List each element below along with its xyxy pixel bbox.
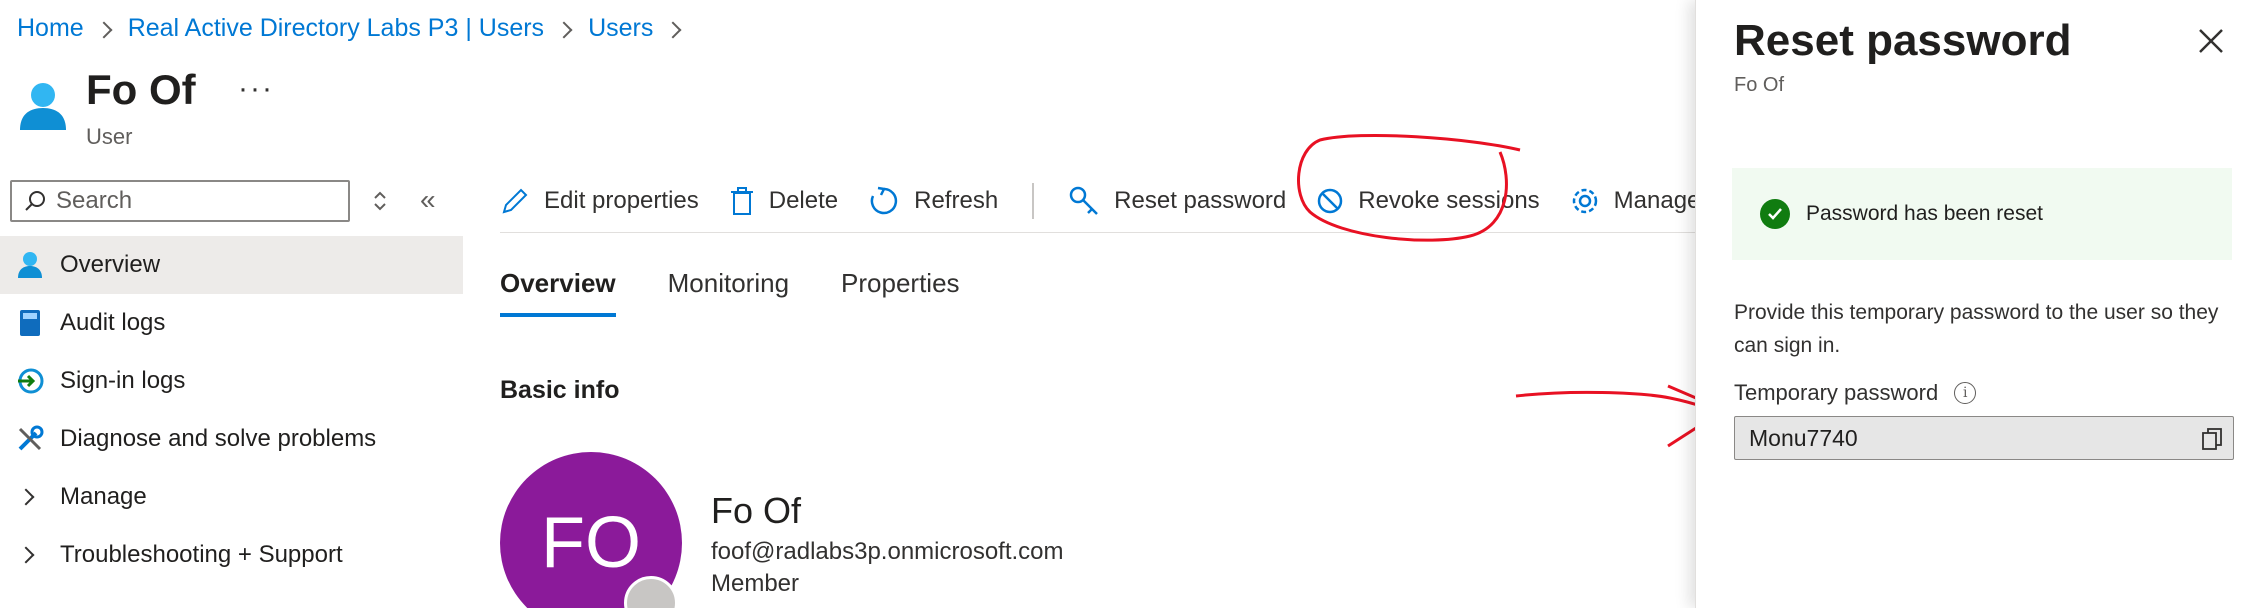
- success-message-bar: Password has been reset: [1732, 168, 2232, 260]
- sidebar-item-troubleshooting[interactable]: Troubleshooting + Support: [0, 526, 463, 584]
- close-icon[interactable]: [2196, 26, 2226, 56]
- breadcrumb-users[interactable]: Users: [588, 14, 653, 43]
- breadcrumb-home[interactable]: Home: [17, 14, 84, 43]
- section-title: Basic info: [500, 376, 620, 404]
- sidebar-item-label: Troubleshooting + Support: [60, 541, 343, 568]
- chevron-right-icon: [664, 21, 682, 38]
- delete-label: Delete: [768, 187, 839, 214]
- sign-in-icon: [16, 367, 44, 395]
- temporary-password-label: Temporary password i: [1734, 380, 1977, 406]
- profile-name: Fo Of: [711, 490, 802, 531]
- toolbar-divider-line: [500, 232, 1700, 233]
- page-subtitle: User: [86, 124, 133, 149]
- sidebar-item-diagnose[interactable]: Diagnose and solve problems: [0, 410, 463, 468]
- collapse-sidebar-icon[interactable]: «: [420, 184, 436, 216]
- key-icon: [1069, 186, 1099, 215]
- sidebar-item-manage[interactable]: Manage: [0, 468, 463, 526]
- panel-subtitle: Fo Of: [1734, 74, 1785, 96]
- chevron-right-icon: [95, 21, 113, 38]
- info-icon[interactable]: i: [1954, 382, 1977, 404]
- reset-password-button[interactable]: Reset password: [1068, 185, 1286, 217]
- reset-password-label: Reset password: [1114, 187, 1287, 214]
- tab-bar: Overview Monitoring Properties: [500, 268, 1012, 317]
- search-placeholder: Search: [56, 187, 133, 214]
- revoke-sessions-label: Revoke sessions: [1358, 187, 1540, 214]
- checkmark-icon: [1760, 199, 1790, 229]
- refresh-icon: [870, 186, 898, 215]
- panel-description: Provide this temporary password to the u…: [1734, 301, 2219, 357]
- sidebar-item-audit-logs[interactable]: Audit logs: [0, 294, 463, 352]
- copy-icon[interactable]: [2201, 427, 2223, 451]
- search-icon: [25, 191, 45, 211]
- revoke-sessions-button[interactable]: Revoke sessions: [1316, 187, 1540, 215]
- breadcrumb-tenant-users[interactable]: Real Active Directory Labs P3 | Users: [128, 14, 544, 43]
- delete-button[interactable]: Delete: [729, 186, 838, 216]
- sidebar-item-sign-in-logs[interactable]: Sign-in logs: [0, 352, 463, 410]
- refresh-button[interactable]: Refresh: [868, 185, 998, 217]
- command-bar: Edit properties Delete Refresh Reset pas…: [500, 176, 1754, 226]
- sidebar-item-label: Audit logs: [60, 309, 166, 336]
- temporary-password-label-text: Temporary password: [1734, 380, 1939, 405]
- chevron-right-icon: [17, 488, 35, 506]
- pencil-icon: [502, 188, 528, 214]
- wrench-icon: [16, 425, 44, 453]
- chevron-right-icon: [555, 21, 573, 38]
- book-icon: [16, 309, 44, 337]
- edit-properties-label: Edit properties: [544, 187, 699, 214]
- block-icon: [1318, 188, 1343, 214]
- sidebar-item-overview[interactable]: Overview: [0, 236, 463, 294]
- gear-icon: [1572, 188, 1597, 214]
- search-input[interactable]: Search: [10, 180, 350, 222]
- panel-title: Reset password: [1734, 16, 2072, 65]
- annotation-arrow-line: [1515, 390, 1723, 414]
- user-icon: [16, 251, 44, 279]
- edit-properties-button[interactable]: Edit properties: [500, 186, 699, 216]
- sidebar-item-label: Sign-in logs: [60, 367, 186, 394]
- reset-password-panel: Reset password Fo Of Password has been r…: [1695, 0, 2248, 608]
- breadcrumb: Home Real Active Directory Labs P3 | Use…: [17, 14, 697, 43]
- tab-properties[interactable]: Properties: [841, 268, 960, 317]
- more-options-button[interactable]: ···: [238, 72, 274, 106]
- refresh-label: Refresh: [914, 187, 999, 214]
- sort-updown-icon[interactable]: [372, 188, 388, 214]
- success-message: Password has been reset: [1806, 202, 2043, 225]
- tab-monitoring[interactable]: Monitoring: [668, 268, 789, 317]
- sidebar-item-label: Diagnose and solve problems: [60, 425, 377, 452]
- toolbar-divider: [1032, 183, 1035, 219]
- profile-email: foof@radlabs3p.onmicrosoft.com: [711, 538, 1064, 565]
- tab-overview[interactable]: Overview: [500, 268, 616, 317]
- temporary-password-value: Monu7740: [1749, 424, 1858, 451]
- user-icon: [20, 83, 66, 130]
- profile-user-type: Member: [711, 570, 800, 597]
- page-title: Fo Of: [86, 66, 196, 113]
- sidebar-nav: Overview Audit logs Sign-in logs Diagnos…: [0, 236, 463, 584]
- temporary-password-field[interactable]: Monu7740: [1734, 416, 2234, 460]
- sidebar-item-label: Overview: [60, 251, 161, 278]
- chevron-right-icon: [17, 546, 35, 564]
- sidebar-item-label: Manage: [60, 483, 147, 510]
- trash-icon: [730, 187, 753, 215]
